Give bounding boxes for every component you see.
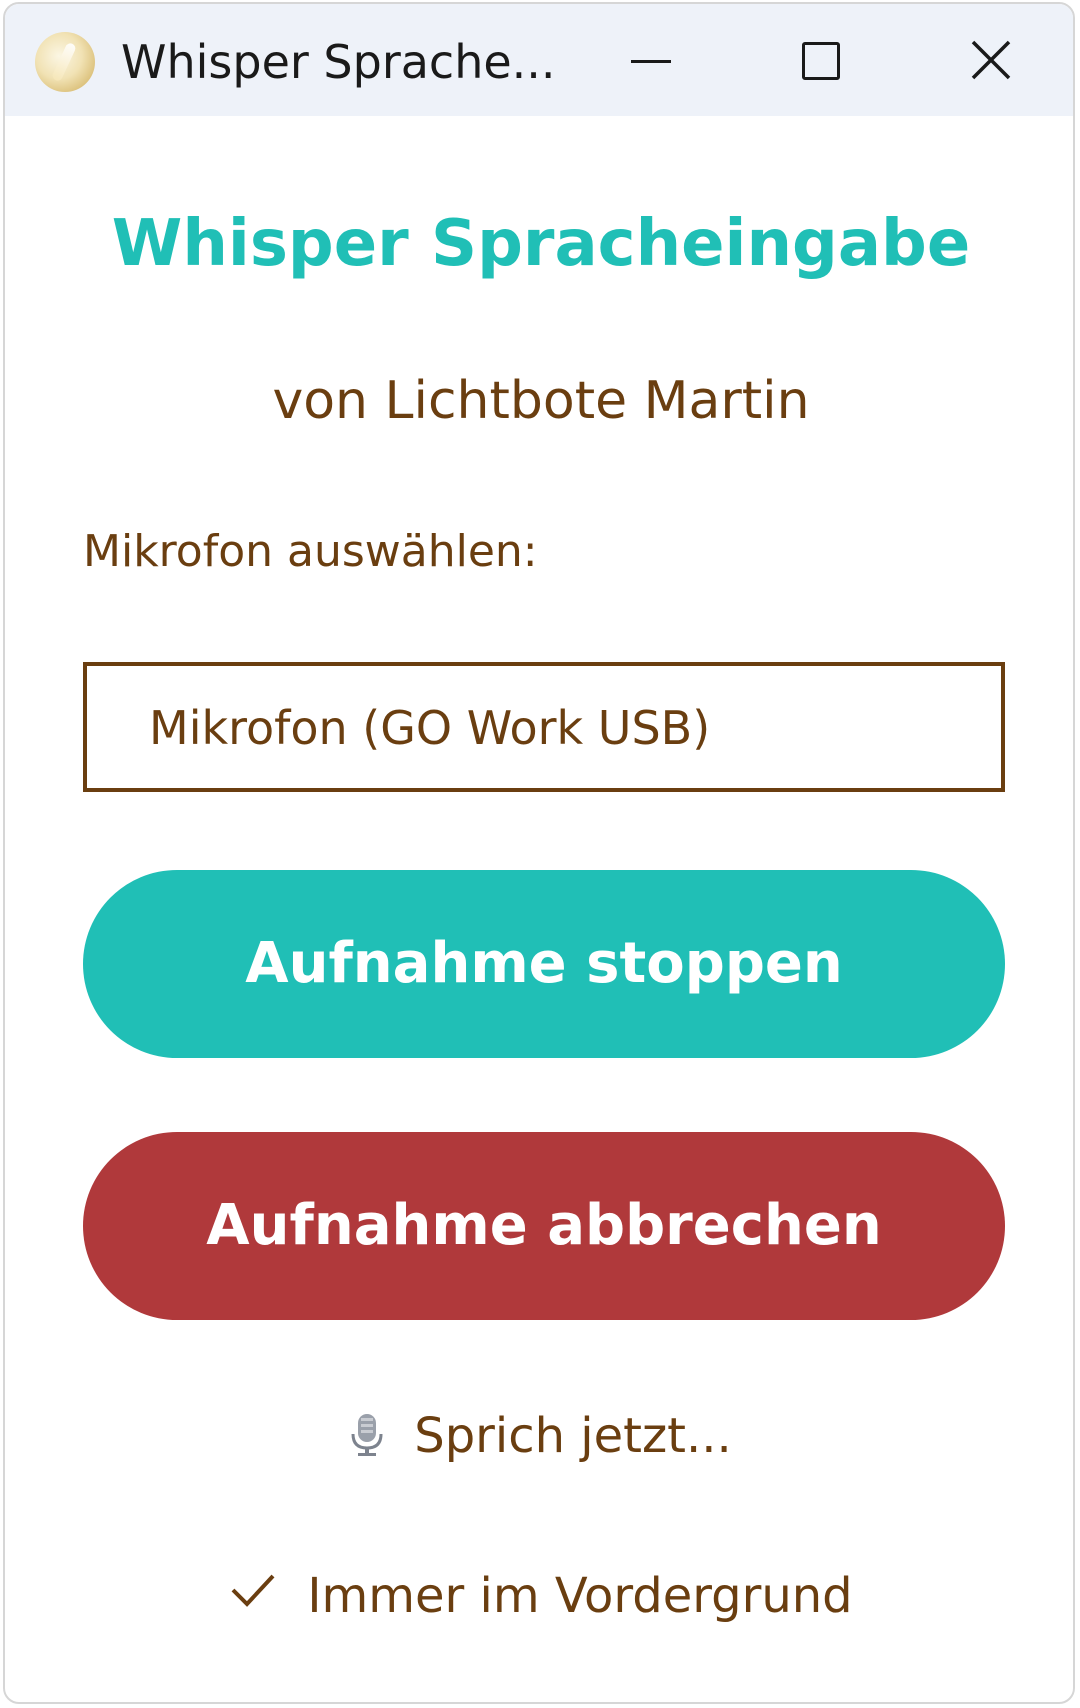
app-logo-icon xyxy=(35,32,95,92)
recording-status: Sprich jetzt... xyxy=(5,1404,1073,1468)
close-button[interactable] xyxy=(947,22,1037,98)
minimize-button[interactable] xyxy=(605,22,695,98)
minimize-icon xyxy=(631,60,671,63)
app-heading: Whisper Spracheingabe xyxy=(111,207,971,281)
maximize-icon xyxy=(802,42,840,80)
window-title: Whisper Sprache... xyxy=(121,35,556,89)
close-icon xyxy=(971,40,1011,80)
checkmark-icon xyxy=(229,1562,277,1607)
stop-recording-button[interactable]: Aufnahme stoppen xyxy=(83,870,1005,1058)
cancel-recording-button[interactable]: Aufnahme abbrechen xyxy=(83,1132,1005,1320)
status-text: Sprich jetzt... xyxy=(414,1408,732,1464)
always-on-top-label: Immer im Vordergrund xyxy=(307,1568,853,1624)
microphone-select-value: Mikrofon (GO Work USB) xyxy=(149,701,711,755)
microphone-select-label: Mikrofon auswählen: xyxy=(83,526,538,577)
microphone-icon xyxy=(350,1410,384,1456)
maximize-button[interactable] xyxy=(775,22,865,98)
microphone-select[interactable]: Mikrofon (GO Work USB) xyxy=(83,662,1005,792)
title-bar[interactable]: Whisper Sprache... xyxy=(5,4,1073,116)
author-subheading: von Lichtbote Martin xyxy=(272,371,810,431)
app-window: Whisper Sprache... Whisper Spracheingabe… xyxy=(3,2,1075,1704)
always-on-top-toggle[interactable]: Immer im Vordergrund xyxy=(5,1562,1073,1628)
